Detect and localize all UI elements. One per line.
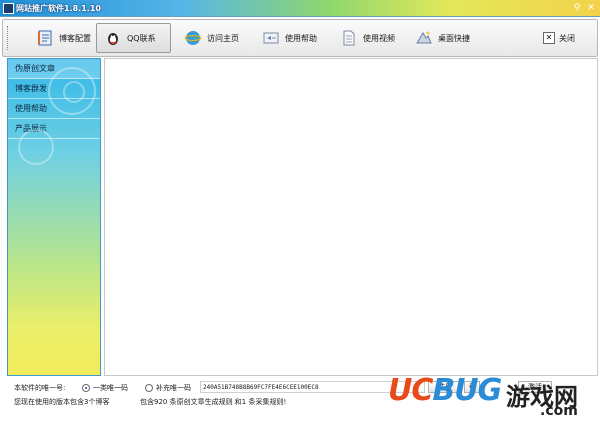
- document-icon: [339, 28, 359, 48]
- usage-video-label: 使用视频: [363, 33, 395, 43]
- close-label: 关闭: [559, 33, 575, 43]
- qq-contact-button[interactable]: QQ联系: [96, 23, 171, 53]
- watermark-logo: UCBUG: [388, 373, 502, 408]
- watermark-com: .com: [540, 403, 578, 419]
- radio-primary-label: 一类唯一码: [93, 384, 128, 392]
- sidebar-decoration: [63, 81, 85, 103]
- pin-icon[interactable]: ⚲: [571, 2, 583, 14]
- window-title: 网站推广软件1.8.1.10: [16, 4, 101, 13]
- radio-secondary-indicator: [145, 384, 153, 392]
- window-close-icon[interactable]: ✕: [585, 2, 597, 14]
- desktop-shortcut-label: 桌面快捷: [438, 33, 470, 43]
- usage-video-button[interactable]: 使用视频: [333, 23, 401, 53]
- close-toolbar-button[interactable]: ✕ 关闭: [537, 23, 581, 53]
- rules-status-text: 包含920 条原创文章生成规则 和1 条采集规则!: [140, 398, 287, 406]
- title-bar: 网站推广软件1.8.1.10 ⚲ ✕: [0, 0, 600, 17]
- qq-penguin-icon: [103, 28, 123, 48]
- main-content: [104, 58, 598, 376]
- visit-homepage-button[interactable]: 访问主页: [177, 23, 245, 53]
- radio-primary-code[interactable]: 一类唯一码: [82, 383, 128, 393]
- usage-help-label: 使用帮助: [285, 33, 317, 43]
- site-watermark: UCBUG 游戏网 .com: [388, 373, 600, 427]
- notebook-icon: [35, 28, 55, 48]
- visit-homepage-label: 访问主页: [207, 33, 239, 43]
- toolbar: 博客配置 QQ联系 访问主页 使用帮助 使用视频 桌面快捷 ✕ 关闭: [2, 19, 598, 57]
- shortcut-icon: [414, 28, 434, 48]
- sidebar-decoration: [18, 129, 54, 165]
- help-window-icon: [261, 28, 281, 48]
- app-icon: [3, 3, 14, 14]
- unique-id-label: 本软件的唯一号:: [14, 384, 66, 392]
- radio-secondary-code[interactable]: 补充唯一码: [145, 383, 191, 393]
- close-icon: ✕: [543, 32, 555, 44]
- version-status-text: 您现在使用的版本包含3个博客: [14, 398, 110, 406]
- desktop-shortcut-button[interactable]: 桌面快捷: [408, 23, 476, 53]
- radio-primary-indicator: [82, 384, 90, 392]
- watermark-uc: UC: [388, 373, 433, 408]
- toolbar-grip: [7, 26, 10, 50]
- qq-contact-label: QQ联系: [127, 33, 156, 43]
- radio-secondary-label: 补充唯一码: [156, 384, 191, 392]
- blog-config-label: 博客配置: [59, 33, 91, 43]
- usage-help-button[interactable]: 使用帮助: [255, 23, 323, 53]
- watermark-bug: BUG: [432, 373, 502, 408]
- globe-icon: [183, 28, 203, 48]
- blog-config-button[interactable]: 博客配置: [29, 23, 97, 53]
- sidebar: 伪原创文章 博客群发 使用帮助 产品展示: [7, 58, 101, 376]
